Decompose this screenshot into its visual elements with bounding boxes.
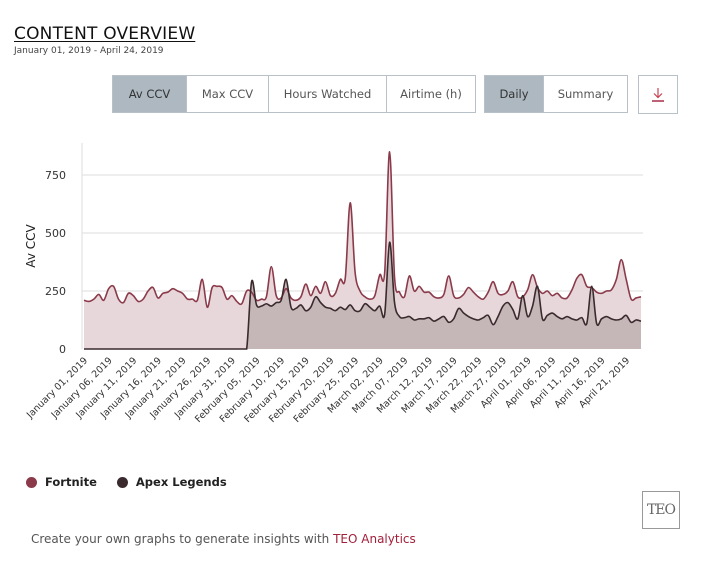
y-axis-label: Av CCV bbox=[24, 224, 38, 268]
legend-item-fortnite[interactable]: Fortnite bbox=[26, 475, 97, 489]
y-axis-ticks: 0 250 500 750 bbox=[45, 169, 66, 356]
legend-dot-fortnite bbox=[26, 476, 37, 488]
teo-logo: TEO bbox=[642, 491, 680, 529]
y-tick-label: 500 bbox=[45, 227, 66, 240]
footer-text: Create your own graphs to generate insig… bbox=[31, 532, 416, 546]
legend-item-apex-legends[interactable]: Apex Legends bbox=[116, 475, 227, 489]
x-axis-ticks: January 01, 2019January 06, 2019January … bbox=[24, 355, 632, 425]
y-tick-label: 0 bbox=[59, 343, 66, 356]
y-tick-label: 750 bbox=[45, 169, 66, 182]
chart: 0 250 500 750 January 01, 2019January 06, 2… bbox=[24, 143, 643, 425]
teo-analytics-link[interactable]: TEO Analytics bbox=[333, 532, 416, 546]
y-tick-label: 250 bbox=[45, 285, 66, 298]
chart-areas bbox=[83, 150, 642, 350]
legend-label: Apex Legends bbox=[135, 475, 227, 489]
legend-dot-apex-legends bbox=[116, 476, 128, 488]
footer-message: Create your own graphs to generate insig… bbox=[31, 532, 334, 546]
legend-label: Fortnite bbox=[45, 475, 97, 489]
legend: Fortnite Apex Legends bbox=[26, 475, 227, 489]
